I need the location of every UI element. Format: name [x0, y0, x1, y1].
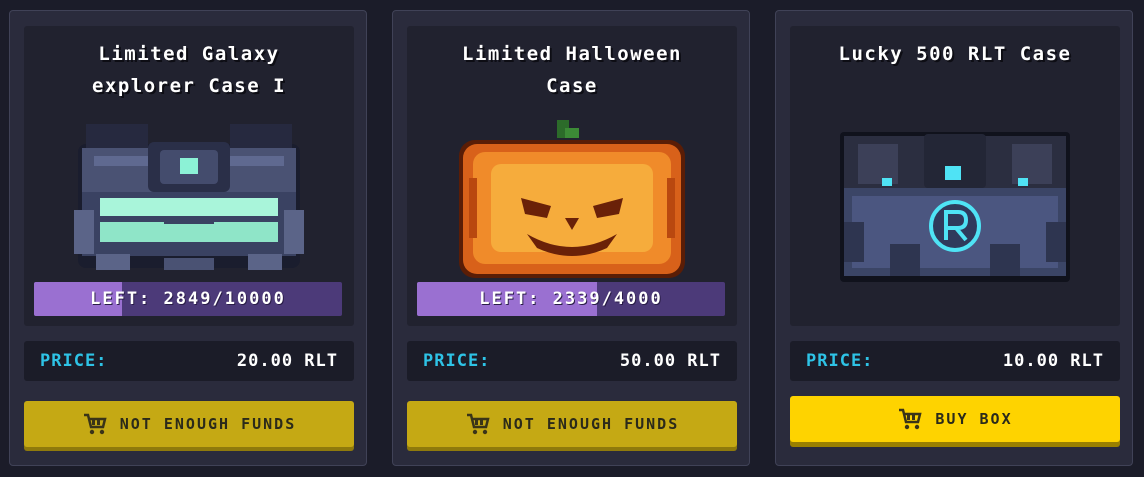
price-row: PRICE: 50.00 RLT: [407, 341, 737, 381]
pumpkin-chest-icon: [459, 120, 685, 278]
not-enough-funds-button[interactable]: NOT ENOUGH FUNDS: [407, 401, 737, 447]
case-title-line2: explorer Case I: [91, 75, 287, 97]
price-row: PRICE: 20.00 RLT: [24, 341, 354, 381]
cart-icon: [899, 408, 922, 430]
price-label: PRICE:: [806, 351, 874, 371]
case-title-line1: Limited Galaxy: [98, 43, 280, 65]
button-label: BUY BOX: [935, 410, 1013, 428]
remaining-count: LEFT: 2849/10000: [90, 289, 286, 309]
not-enough-funds-button[interactable]: NOT ENOUGH FUNDS: [24, 401, 354, 447]
price-label: PRICE:: [40, 351, 108, 371]
case-preview: Lucky 500 RLT Case: [790, 26, 1120, 326]
remaining-progress-bar: LEFT: 2849/10000: [34, 282, 342, 316]
galaxy-chest-icon: [74, 124, 304, 270]
price-label: PRICE:: [423, 351, 491, 371]
case-preview: Limited Galaxy explorer Case I LEFT: 284…: [24, 26, 354, 326]
buy-box-button[interactable]: BUY BOX: [790, 396, 1120, 442]
rlt-chest-icon: [840, 132, 1070, 282]
case-title-line1: Lucky 500 RLT Case: [838, 43, 1072, 65]
cart-icon: [83, 413, 107, 435]
remaining-count: LEFT: 2339/4000: [479, 289, 663, 309]
button-label: NOT ENOUGH FUNDS: [119, 415, 297, 433]
remaining-progress-bar: LEFT: 2339/4000: [417, 282, 725, 316]
price-value: 10.00 RLT: [1002, 351, 1104, 371]
case-title: Limited Halloween Case: [417, 38, 727, 102]
price-value: 20.00 RLT: [236, 351, 338, 371]
button-label: NOT ENOUGH FUNDS: [502, 415, 680, 433]
case-title: Lucky 500 RLT Case: [800, 38, 1110, 70]
cart-icon: [466, 413, 490, 435]
case-card-lucky-500: Lucky 500 RLT Case PRICE: 10.00 RLT BUY …: [775, 10, 1133, 466]
case-title-line2: Case: [546, 75, 598, 97]
price-row: PRICE: 10.00 RLT: [790, 341, 1120, 381]
case-card-halloween: Limited Halloween Case LEFT: 2339/4000 P…: [392, 10, 750, 466]
case-list: Limited Galaxy explorer Case I LEFT: 284…: [0, 0, 1144, 477]
case-title: Limited Galaxy explorer Case I: [34, 38, 344, 102]
case-preview: Limited Halloween Case LEFT: 2339/4000: [407, 26, 737, 326]
case-title-line1: Limited Halloween: [462, 43, 682, 65]
case-card-galaxy: Limited Galaxy explorer Case I LEFT: 284…: [9, 10, 367, 466]
price-value: 50.00 RLT: [619, 351, 721, 371]
